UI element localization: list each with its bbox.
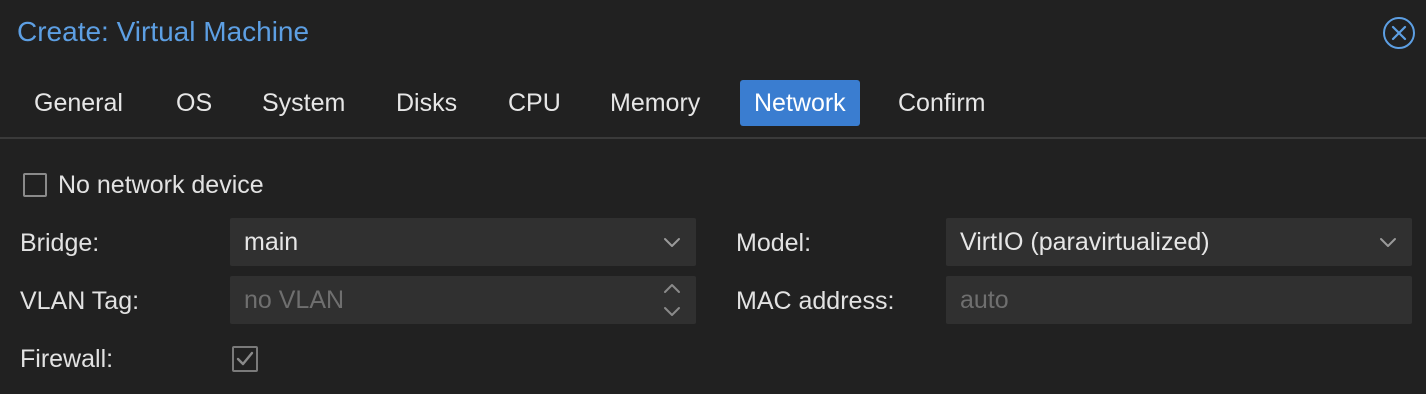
mac-address-placeholder: auto (960, 286, 1009, 314)
tabs-divider (0, 137, 1426, 139)
chevron-down-icon (1376, 218, 1400, 266)
chevron-down-icon (660, 218, 684, 266)
no-network-device-label: No network device (58, 171, 264, 199)
checkmark-icon (236, 351, 254, 366)
tab-os[interactable]: OS (162, 80, 226, 126)
create-vm-dialog: Create: Virtual Machine General OS Syste… (0, 0, 1426, 394)
tab-general[interactable]: General (20, 80, 137, 126)
tab-memory[interactable]: Memory (596, 80, 714, 126)
firewall-checkbox[interactable] (232, 346, 258, 372)
mac-address-label: MAC address: (736, 287, 895, 315)
dialog-title: Create: Virtual Machine (17, 16, 310, 47)
firewall-label: Firewall: (20, 345, 114, 373)
mac-address-input[interactable]: auto (946, 276, 1412, 324)
tab-confirm[interactable]: Confirm (884, 80, 1000, 126)
no-network-device-checkbox[interactable] (23, 173, 47, 197)
wizard-tabs: General OS System Disks CPU Memory Netwo… (0, 80, 1426, 126)
vlan-tag-input[interactable]: no VLAN (230, 276, 696, 324)
model-select[interactable]: VirtIO (paravirtualized) (946, 218, 1412, 266)
model-value: VirtIO (paravirtualized) (960, 228, 1210, 256)
bridge-select[interactable]: main (230, 218, 696, 266)
tab-system[interactable]: System (248, 80, 359, 126)
tab-disks[interactable]: Disks (382, 80, 471, 126)
bridge-label: Bridge: (20, 229, 100, 257)
spinner-icon[interactable] (660, 276, 684, 324)
tab-cpu[interactable]: CPU (494, 80, 575, 126)
close-circle-icon (1383, 17, 1415, 49)
model-label: Model: (736, 229, 812, 257)
close-button[interactable] (1382, 16, 1416, 50)
vlan-tag-label: VLAN Tag: (20, 287, 140, 315)
tab-network[interactable]: Network (740, 80, 860, 126)
bridge-value: main (244, 228, 299, 256)
vlan-tag-placeholder: no VLAN (244, 286, 345, 314)
